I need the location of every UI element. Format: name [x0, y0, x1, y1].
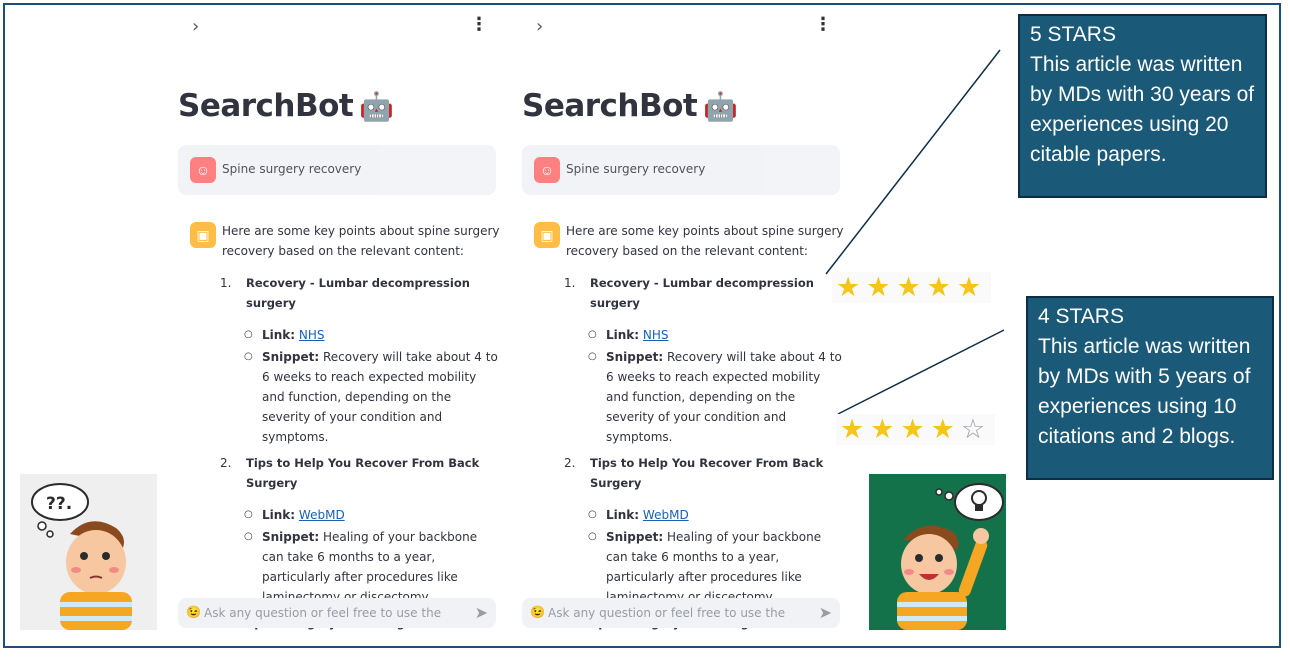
connector-line-5-stars: [825, 49, 1001, 275]
star-full-icon: ★: [930, 414, 961, 445]
star-full-icon: ★: [866, 272, 897, 303]
star-full-icon: ★: [926, 272, 957, 303]
star-full-icon: ★: [956, 272, 988, 303]
star-full-icon: ★: [840, 414, 871, 445]
idea-kid-illustration: [869, 474, 1006, 630]
callout-description: This article was written by MDs with 30 …: [1030, 53, 1255, 166]
star-full-icon: ★: [836, 272, 867, 303]
rating-5-stars: ★★★★★: [832, 272, 992, 303]
star-empty-icon: ☆: [960, 414, 992, 445]
connector-line-4-stars: [837, 329, 1005, 415]
svg-text:??.: ??.: [46, 494, 72, 514]
callout-description: This article was written by MDs with 5 y…: [1038, 335, 1251, 448]
star-full-icon: ★: [896, 272, 927, 303]
confused-kid-illustration: ??.: [20, 474, 157, 630]
star-full-icon: ★: [870, 414, 901, 445]
star-full-icon: ★: [900, 414, 931, 445]
callout-rating-label: 5 STARS: [1030, 23, 1116, 46]
callout-5-stars: 5 STARS This article was written by MDs …: [1018, 14, 1267, 198]
rating-4-stars: ★★★★☆: [836, 414, 996, 445]
callout-rating-label: 4 STARS: [1038, 305, 1124, 328]
callout-4-stars: 4 STARS This article was written by MDs …: [1026, 296, 1274, 480]
